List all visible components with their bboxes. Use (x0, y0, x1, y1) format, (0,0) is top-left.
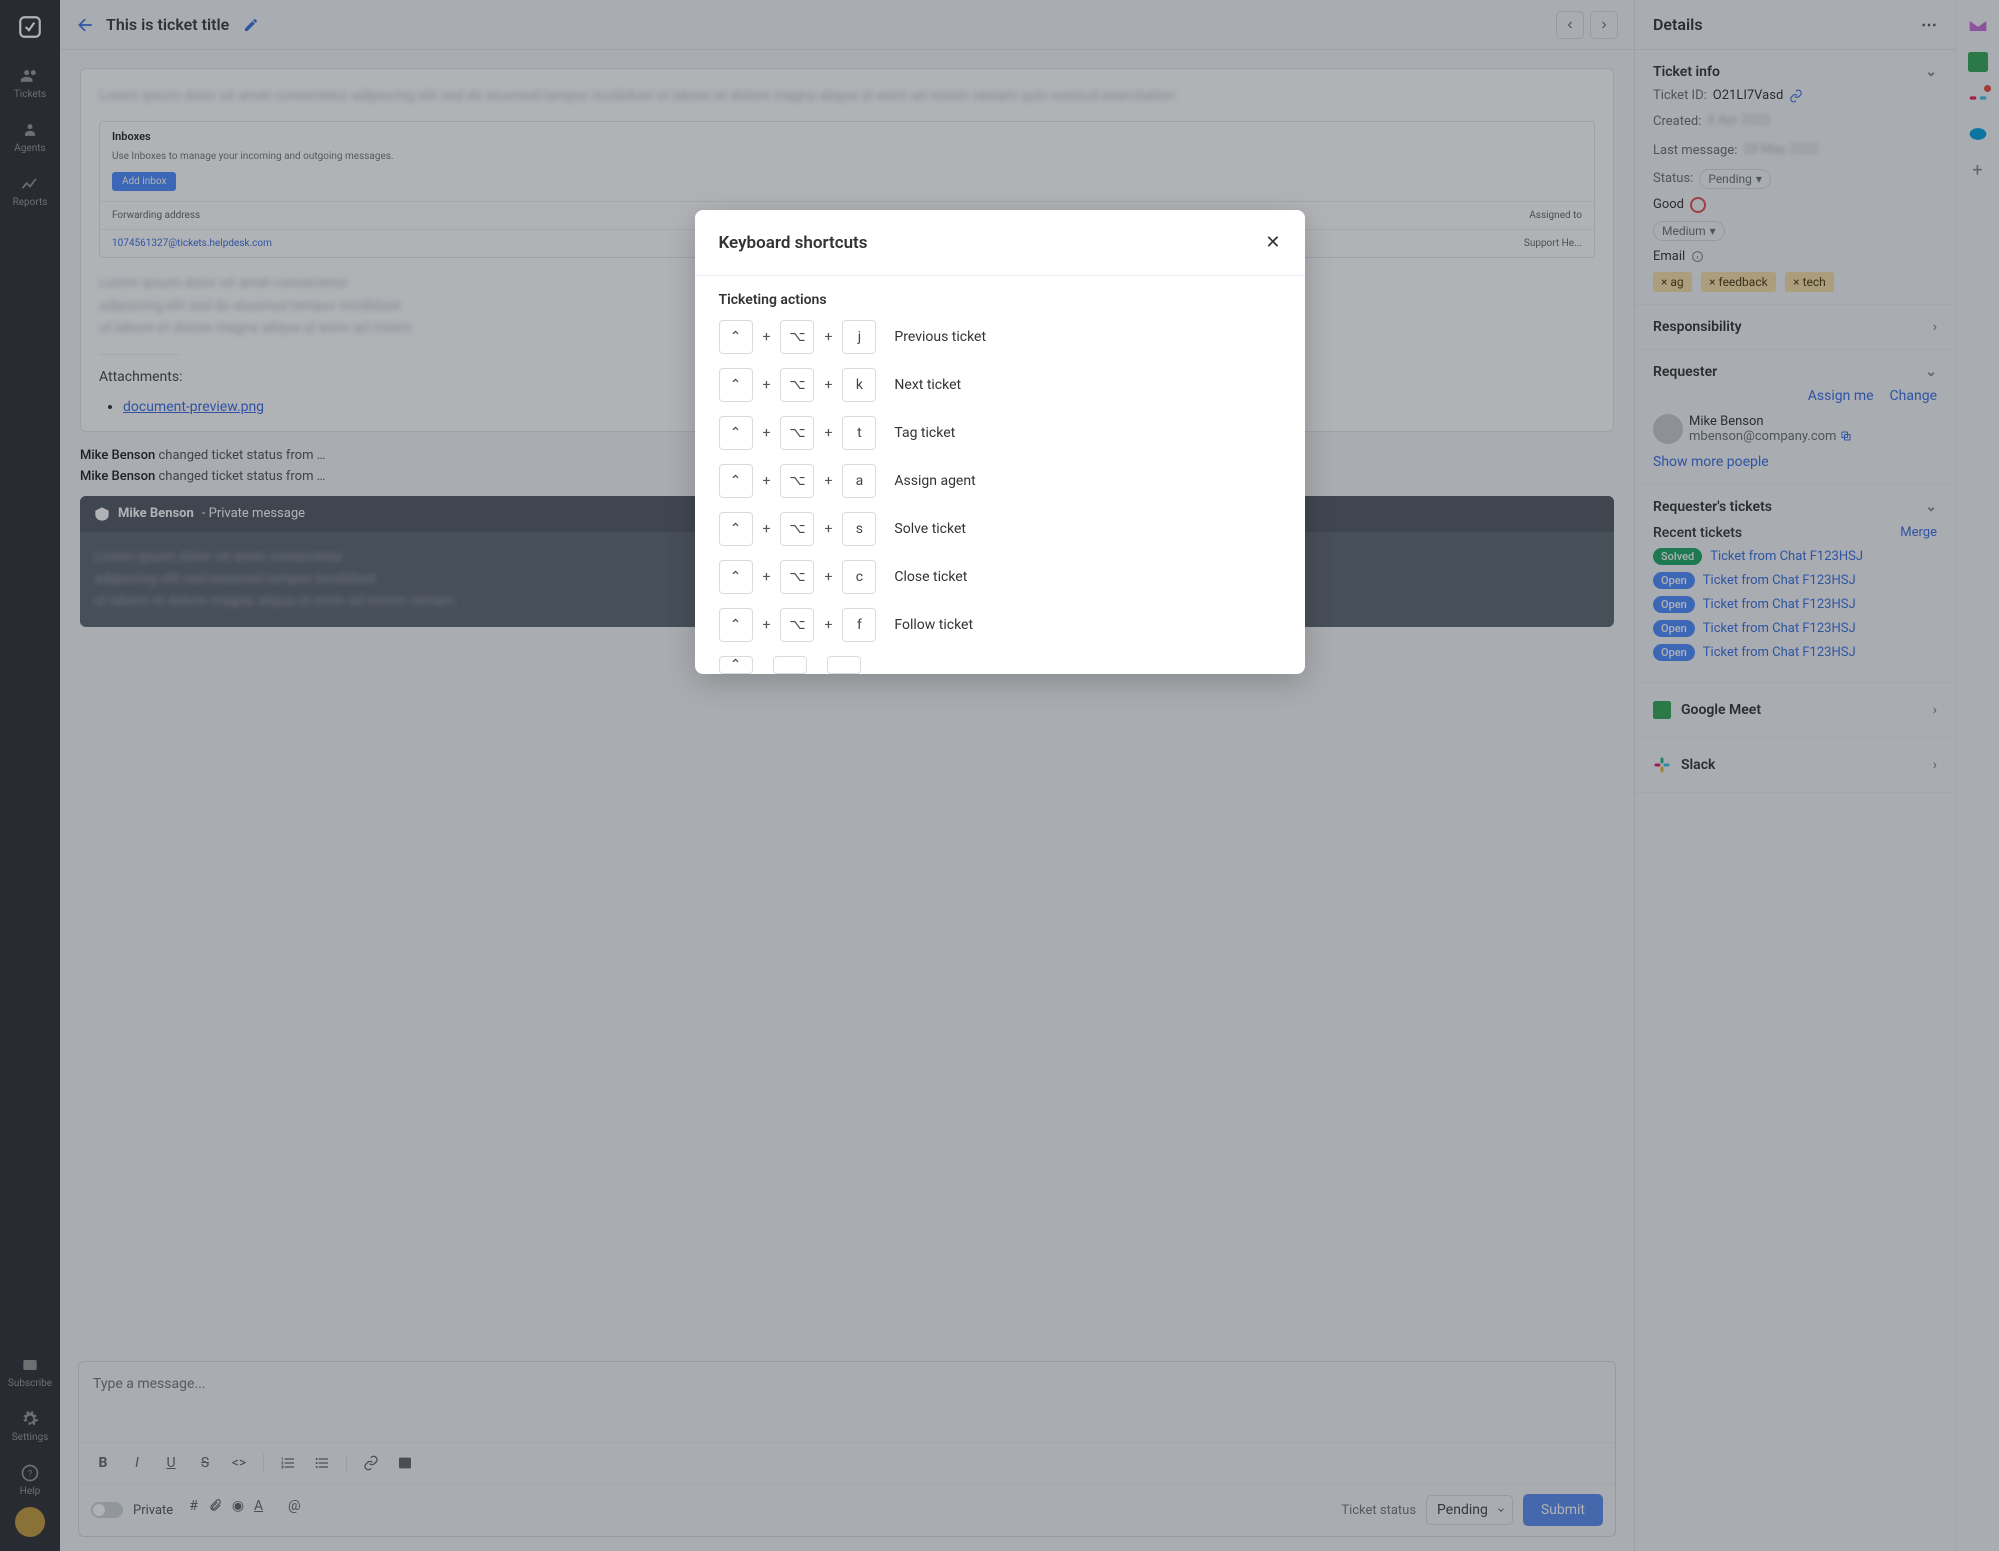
shortcuts-section-title: Ticketing actions (719, 292, 1281, 308)
shortcut-row: ⌃+⌥+kNext ticket (719, 368, 1281, 402)
shortcut-label: Tag ticket (894, 425, 955, 441)
key-opt: ⌥ (780, 512, 814, 546)
key-ctrl: ⌃ (719, 512, 753, 546)
key-opt: ⌥ (780, 320, 814, 354)
shortcut-label: Close ticket (894, 569, 967, 585)
key-opt: ⌥ (780, 416, 814, 450)
shortcut-row: ⌃+⌥+cClose ticket (719, 560, 1281, 594)
shortcut-row: ⌃+⌥+jPrevious ticket (719, 320, 1281, 354)
key-ctrl: ⌃ (719, 560, 753, 594)
shortcut-label: Previous ticket (894, 329, 986, 345)
shortcut-row: ⌃+⌥+fFollow ticket (719, 608, 1281, 642)
key-letter: s (842, 512, 876, 546)
key-ctrl: ⌃ (719, 608, 753, 642)
key-ctrl: ⌃ (719, 320, 753, 354)
key-letter: t (842, 416, 876, 450)
shortcut-row: ⌃+⌥+aAssign agent (719, 464, 1281, 498)
key-ctrl: ⌃ (719, 464, 753, 498)
key-opt: ⌥ (780, 560, 814, 594)
shortcut-row: ⌃+⌥+sSolve ticket (719, 512, 1281, 546)
key-opt: ⌥ (780, 368, 814, 402)
shortcut-label: Assign agent (894, 473, 975, 489)
key-letter: k (842, 368, 876, 402)
close-button[interactable]: ✕ (1265, 232, 1280, 253)
key-letter: a (842, 464, 876, 498)
shortcut-label: Next ticket (894, 377, 961, 393)
modal-title: Keyboard shortcuts (719, 233, 868, 253)
key-ctrl: ⌃ (719, 368, 753, 402)
modal-overlay[interactable]: Keyboard shortcuts ✕ Ticketing actions ⌃… (0, 0, 1999, 1551)
shortcut-label: Solve ticket (894, 521, 966, 537)
key-letter: c (842, 560, 876, 594)
shortcuts-modal: Keyboard shortcuts ✕ Ticketing actions ⌃… (695, 210, 1305, 674)
key-letter: j (842, 320, 876, 354)
key-ctrl: ⌃ (719, 416, 753, 450)
key-letter: f (842, 608, 876, 642)
key-opt: ⌥ (780, 608, 814, 642)
shortcut-row: ⌃+⌥+tTag ticket (719, 416, 1281, 450)
shortcut-label: Follow ticket (894, 617, 973, 633)
key-opt: ⌥ (780, 464, 814, 498)
